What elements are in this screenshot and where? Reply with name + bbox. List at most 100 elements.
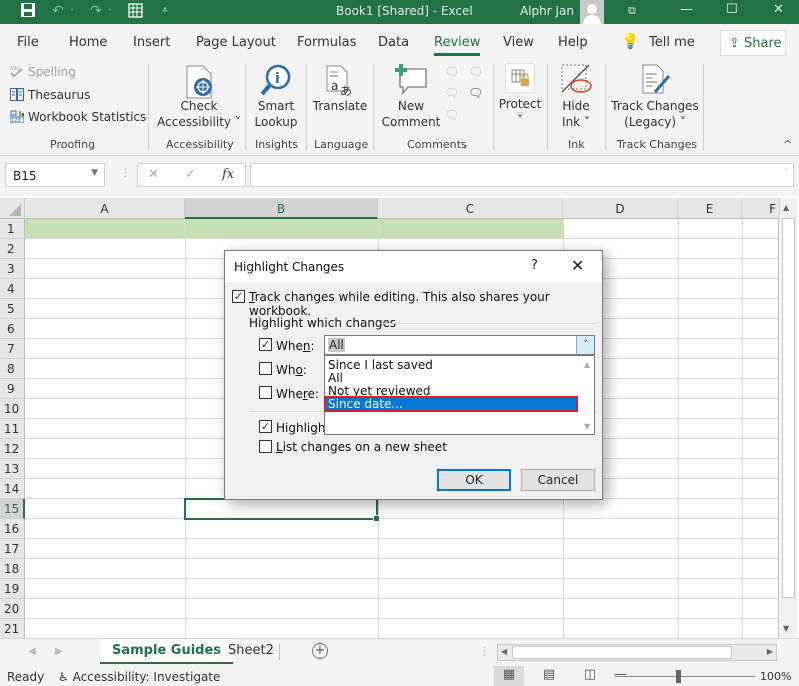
- dropdown-option[interactable]: Since I last saved: [327, 359, 577, 372]
- normal-view-button[interactable]: ▦: [494, 666, 524, 686]
- highlight-on-screen-checkbox[interactable]: ✓: [259, 420, 272, 433]
- tell-me-search[interactable]: Tell me: [649, 35, 695, 50]
- row-header-20[interactable]: 20: [0, 599, 25, 619]
- tab-split-grip-icon[interactable]: ⋮: [479, 645, 490, 658]
- column-header-f[interactable]: F: [742, 198, 780, 219]
- minimize-button[interactable]: —: [680, 2, 693, 17]
- accessibility-status[interactable]: ♿ Accessibility: Investigate: [58, 670, 220, 684]
- when-dropdown-chevron-icon[interactable]: ˅: [576, 336, 594, 354]
- column-header-c[interactable]: C: [378, 198, 563, 219]
- when-label[interactable]: When:: [276, 339, 315, 353]
- formula-bar-grip-icon[interactable]: ⋮: [120, 166, 131, 179]
- row-header-4[interactable]: 4: [0, 279, 25, 299]
- row-header-9[interactable]: 9: [0, 379, 25, 399]
- tab-insert[interactable]: Insert: [133, 35, 170, 50]
- avatar[interactable]: [580, 0, 604, 24]
- list-changes-checkbox[interactable]: [259, 440, 272, 453]
- list-scroll-down-icon[interactable]: ▼: [584, 422, 590, 431]
- list-changes-label[interactable]: List changes on a new sheet: [276, 440, 447, 454]
- redo-icon[interactable]: ↷: [90, 3, 102, 19]
- horizontal-scroll-thumb[interactable]: [512, 646, 732, 659]
- help-button[interactable]: ?: [531, 258, 538, 273]
- row-header-12[interactable]: 12: [0, 439, 25, 459]
- track-changes-label[interactable]: Track changes while editing. This also s…: [249, 290, 602, 318]
- protect-button[interactable]: Protect ˅: [495, 96, 545, 128]
- active-cell-b15[interactable]: [184, 498, 380, 522]
- undo-dropdown-icon[interactable]: ˅: [70, 8, 74, 17]
- row-header-10[interactable]: 10: [0, 399, 25, 419]
- cancel-icon[interactable]: ✕: [148, 167, 159, 182]
- horizontal-scrollbar[interactable]: ◀ ▶: [497, 644, 777, 661]
- when-checkbox[interactable]: ✓: [259, 338, 272, 351]
- hide-ink-button[interactable]: Hide Ink ˅: [552, 98, 600, 130]
- track-changes-checkbox[interactable]: ✓: [232, 290, 245, 303]
- next-comment-icon[interactable]: 🗨: [444, 108, 459, 122]
- undo-icon[interactable]: ↶: [52, 3, 64, 19]
- when-dropdown-list[interactable]: Since I last saved All Not yet reviewed …: [324, 355, 595, 435]
- check-accessibility-button[interactable]: Check Accessibility ˅: [155, 98, 243, 130]
- tab-data[interactable]: Data: [378, 35, 409, 50]
- cancel-button[interactable]: Cancel: [521, 469, 595, 491]
- thesaurus-button[interactable]: Thesaurus: [10, 88, 90, 102]
- save-icon[interactable]: [20, 2, 36, 22]
- vertical-scroll-thumb[interactable]: [782, 218, 795, 598]
- row-header-2[interactable]: 2: [0, 239, 25, 259]
- collapse-ribbon-icon[interactable]: ^: [783, 138, 792, 151]
- row-header-16[interactable]: 16: [0, 519, 25, 539]
- zoom-slider[interactable]: [615, 676, 755, 677]
- scroll-up-icon[interactable]: ▲: [783, 203, 789, 212]
- sheet-tab-sheet2[interactable]: Sheet2: [216, 639, 286, 664]
- row-header-17[interactable]: 17: [0, 539, 25, 559]
- row-header-6[interactable]: 6: [0, 319, 25, 339]
- who-checkbox[interactable]: [259, 362, 272, 375]
- enter-icon[interactable]: ✓: [185, 167, 196, 182]
- column-header-a[interactable]: A: [25, 198, 185, 219]
- delete-comment-icon[interactable]: 🗨: [444, 65, 459, 79]
- customize-qat-icon[interactable]: ⩡: [162, 5, 168, 16]
- edit-comment-icon[interactable]: 🗨: [468, 65, 483, 79]
- name-box[interactable]: B15 ▼: [5, 163, 105, 187]
- formula-input[interactable]: ˅: [250, 163, 794, 187]
- row-header-8[interactable]: 8: [0, 359, 25, 379]
- column-header-e[interactable]: E: [678, 198, 742, 219]
- expand-formula-bar-icon[interactable]: ˅: [784, 168, 789, 178]
- close-button[interactable]: ✕: [773, 2, 784, 17]
- workbook-statistics-button[interactable]: 123 Workbook Statistics: [9, 110, 146, 124]
- next-sheet-icon[interactable]: ▶: [55, 646, 63, 657]
- row-header-14[interactable]: 14: [0, 479, 25, 499]
- highlight-on-screen-label[interactable]: Highlight: [276, 421, 330, 435]
- row-header-1[interactable]: 1: [0, 219, 25, 239]
- tab-home[interactable]: Home: [69, 35, 107, 50]
- when-dropdown[interactable]: All ˅: [324, 335, 595, 355]
- previous-comment-icon[interactable]: 🗨: [444, 86, 459, 100]
- page-break-preview-button[interactable]: ◫: [575, 666, 605, 686]
- where-checkbox[interactable]: [259, 386, 272, 399]
- ok-button[interactable]: OK: [437, 469, 511, 491]
- row-header-3[interactable]: 3: [0, 259, 25, 279]
- smart-lookup-button[interactable]: Smart Lookup: [250, 98, 302, 130]
- zoom-level[interactable]: 100%: [760, 670, 791, 683]
- tab-help[interactable]: Help: [558, 35, 588, 50]
- dialog-close-button[interactable]: ✕: [571, 256, 584, 275]
- show-comments-icon[interactable]: 🗨: [468, 86, 483, 100]
- zoom-slider-thumb[interactable]: [676, 670, 681, 683]
- redo-dropdown-icon[interactable]: ˅: [108, 8, 112, 17]
- tab-review[interactable]: Review: [434, 35, 481, 56]
- add-sheet-button[interactable]: +: [312, 643, 328, 659]
- share-button[interactable]: ⇪ Share: [720, 30, 786, 56]
- tab-page-layout[interactable]: Page Layout: [196, 35, 276, 50]
- form-icon[interactable]: [128, 3, 144, 23]
- name-box-dropdown-icon[interactable]: ▼: [91, 168, 98, 178]
- insert-function-icon[interactable]: fx: [222, 167, 234, 182]
- row-header-5[interactable]: 5: [0, 299, 25, 319]
- row-header-15[interactable]: 15: [0, 499, 25, 519]
- user-name[interactable]: Alphr Jan: [520, 4, 574, 18]
- row-header-7[interactable]: 7: [0, 339, 25, 359]
- row-header-13[interactable]: 13: [0, 459, 25, 479]
- row-header-18[interactable]: 18: [0, 559, 25, 579]
- spelling-button[interactable]: ABC Spelling: [10, 65, 76, 79]
- translate-button[interactable]: Translate: [310, 98, 370, 114]
- sheet-tab-sample-guides[interactable]: Sample Guides: [100, 639, 234, 664]
- where-label[interactable]: Where:: [276, 387, 319, 401]
- new-comment-button[interactable]: New Comment: [380, 98, 442, 130]
